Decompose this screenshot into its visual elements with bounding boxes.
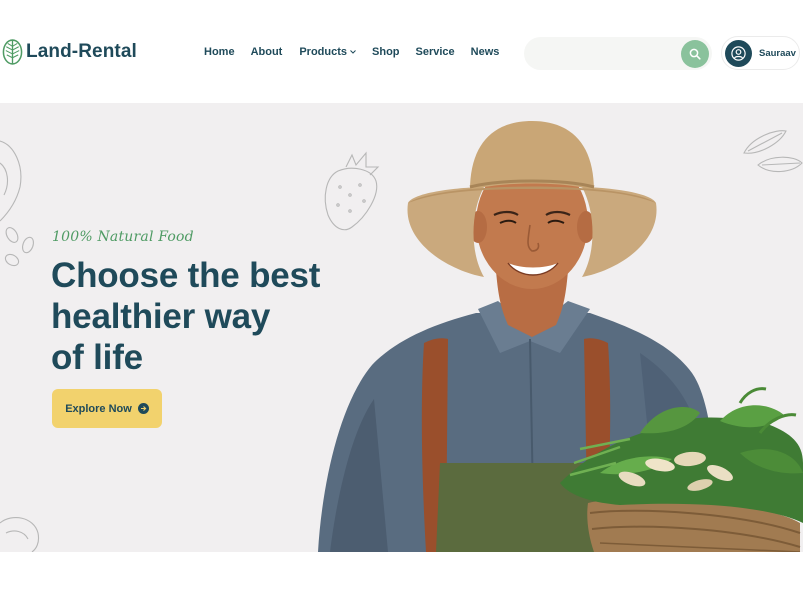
farmer-image bbox=[318, 121, 803, 552]
search-button[interactable] bbox=[681, 40, 709, 68]
nav-item-label: Shop bbox=[372, 46, 400, 58]
headline-line: healthier way bbox=[51, 297, 271, 336]
avatar bbox=[725, 39, 752, 67]
nav-item-products[interactable]: Products bbox=[299, 46, 356, 58]
search-icon bbox=[689, 48, 701, 60]
leaf-icon bbox=[2, 39, 23, 65]
button-label: Explore Now bbox=[65, 402, 132, 415]
headline-line: Choose the best bbox=[51, 256, 321, 295]
headline-line: of life bbox=[51, 338, 143, 377]
hero-headline: Choose the best healthier way of life bbox=[51, 255, 341, 378]
nav-item-news[interactable]: News bbox=[471, 46, 500, 58]
search-input[interactable] bbox=[538, 45, 678, 63]
brand-logo[interactable]: Land-Rental bbox=[2, 38, 137, 66]
nav-item-about[interactable]: About bbox=[251, 46, 283, 58]
search-bar bbox=[524, 37, 712, 70]
main-nav: Home About Products Shop Service News bbox=[204, 46, 515, 58]
nav-item-label: Products bbox=[299, 46, 348, 58]
chevron-down-icon bbox=[350, 50, 356, 54]
nav-item-label: About bbox=[250, 46, 283, 58]
nav-item-home[interactable]: Home bbox=[204, 46, 235, 58]
brand-name: Land-Rental bbox=[26, 41, 137, 62]
user-name: Sauraav bbox=[759, 47, 796, 59]
arrow-right-icon bbox=[137, 403, 149, 414]
hero-tagline: 100% Natural Food bbox=[52, 229, 194, 245]
nav-item-label: Service bbox=[415, 46, 455, 58]
hero-section: 100% Natural Food Choose the best health… bbox=[0, 103, 803, 552]
explore-now-button[interactable]: Explore Now bbox=[52, 389, 162, 428]
nav-item-shop[interactable]: Shop bbox=[372, 46, 400, 58]
nav-item-label: Home bbox=[204, 46, 235, 58]
user-menu[interactable]: Sauraav bbox=[721, 36, 800, 70]
site-header: Land-Rental Home About Products Shop Ser… bbox=[0, 0, 803, 103]
nav-item-label: News bbox=[470, 46, 500, 58]
user-icon bbox=[731, 45, 746, 61]
nav-item-service[interactable]: Service bbox=[416, 46, 455, 58]
